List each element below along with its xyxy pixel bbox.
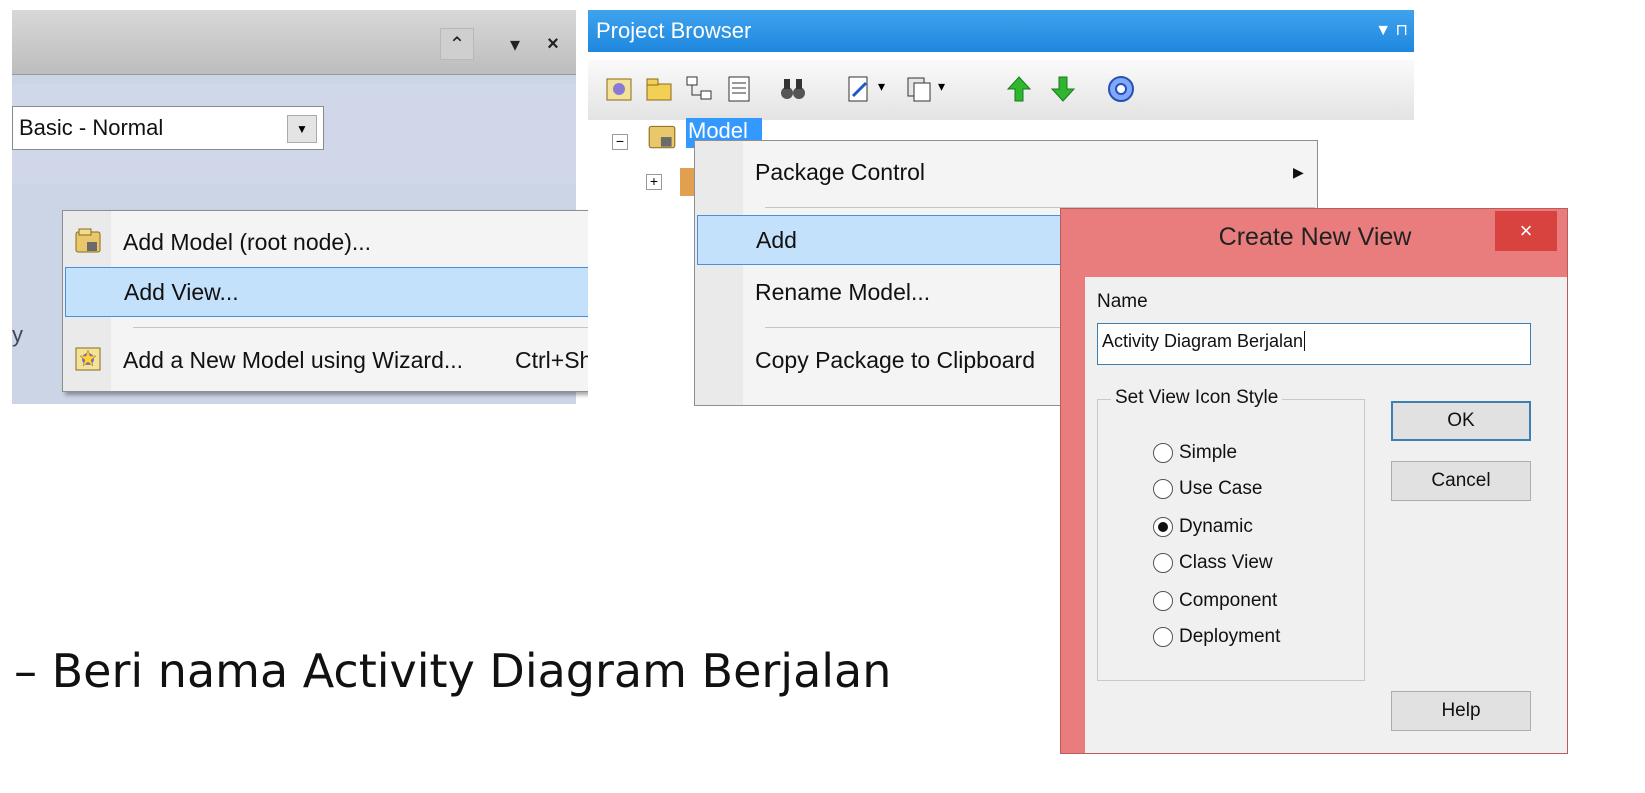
menu-item-label: Add View...	[124, 278, 239, 305]
new-model-icon[interactable]	[604, 74, 634, 104]
radio-simple[interactable]: Simple	[1153, 439, 1237, 467]
cancel-button[interactable]: Cancel	[1391, 461, 1531, 501]
radio-label: Use Case	[1179, 478, 1263, 499]
text-cursor	[1304, 331, 1306, 351]
radio-button[interactable]	[1153, 443, 1173, 463]
new-element-icon[interactable]	[724, 74, 754, 104]
radio-button[interactable]	[1153, 591, 1173, 611]
radio-label: Dynamic	[1179, 516, 1253, 537]
new-diagram-icon[interactable]	[684, 74, 714, 104]
style-select[interactable]: Basic - Normal ▼	[12, 106, 324, 150]
icon-style-group-label: Set View Icon Style	[1111, 387, 1283, 409]
copy-icon[interactable]	[904, 74, 934, 104]
package-icon	[680, 168, 694, 196]
help-icon[interactable]	[1106, 74, 1136, 104]
project-browser-toolbar: ▾ ▾	[588, 60, 1414, 120]
radio-button[interactable]	[1153, 553, 1173, 573]
radio-use-case[interactable]: Use Case	[1153, 475, 1262, 503]
radio-class-view[interactable]: Class View	[1153, 549, 1273, 577]
left-panel-titlebar: ⌃ ▾ ×	[12, 10, 576, 75]
style-select-value: Basic - Normal	[19, 115, 164, 140]
truncated-text: y	[12, 322, 23, 347]
dialog-body: Name Activity Diagram Berjalan Set View …	[1085, 277, 1567, 753]
close-button[interactable]: ×	[1495, 211, 1557, 251]
menu-item-label: Add Model (root node)...	[123, 228, 372, 255]
move-down-icon[interactable]	[1048, 74, 1078, 104]
project-browser-tree: − +	[588, 120, 694, 404]
radio-button[interactable]	[1153, 479, 1173, 499]
name-input[interactable]: Activity Diagram Berjalan	[1097, 323, 1531, 365]
help-button[interactable]: Help	[1391, 691, 1531, 731]
radio-button-selected[interactable]	[1153, 517, 1173, 537]
project-browser-titlebar: Project Browser ▼ ⊓	[588, 10, 1414, 52]
radio-label: Class View	[1179, 552, 1273, 573]
radio-label: Simple	[1179, 442, 1238, 463]
dialog-title: Create New View	[1218, 223, 1412, 251]
new-package-icon[interactable]	[644, 74, 674, 104]
dropdown-arrow-icon[interactable]: ▾	[498, 28, 532, 60]
properties-icon[interactable]	[844, 74, 874, 104]
name-label: Name	[1097, 291, 1148, 312]
menu-item-label: Copy Package to Clipboard	[755, 346, 1035, 373]
collapse-icon[interactable]: ⌃	[440, 28, 474, 60]
radio-label: Deployment	[1179, 626, 1281, 647]
radio-label: Component	[1179, 590, 1278, 611]
collapse-tree-icon[interactable]: −	[612, 134, 628, 150]
wizard-icon	[75, 347, 101, 371]
menu-item-package-control[interactable]: Package Control ▶	[697, 147, 1315, 197]
chevron-down-icon[interactable]: ▼	[287, 115, 317, 143]
radio-dynamic[interactable]: Dynamic	[1153, 513, 1253, 541]
radio-deployment[interactable]: Deployment	[1153, 623, 1280, 651]
binoculars-icon[interactable]	[778, 74, 808, 104]
name-input-value: Activity Diagram Berjalan	[1102, 331, 1304, 351]
radio-component[interactable]: Component	[1153, 587, 1277, 615]
slide-caption: – Beri nama Activity Diagram Berjalan	[14, 644, 892, 698]
model-package-icon	[75, 228, 101, 253]
expand-tree-icon[interactable]: +	[646, 174, 662, 190]
chevron-down-icon[interactable]: ▾	[878, 78, 885, 95]
model-package-icon	[648, 125, 676, 149]
pin-icon[interactable]: ▼ ⊓	[1375, 20, 1408, 40]
project-browser-title: Project Browser	[596, 18, 752, 43]
menu-item-label: Add	[756, 226, 797, 253]
menu-item-label: Rename Model...	[755, 278, 931, 305]
ok-button[interactable]: OK	[1391, 401, 1531, 441]
menu-item-label: Add a New Model using Wizard...	[123, 346, 464, 373]
menu-item-label: Package Control	[755, 158, 926, 185]
move-up-icon[interactable]	[1004, 74, 1034, 104]
close-panel-icon[interactable]: ×	[536, 28, 570, 60]
create-new-view-dialog: Create New View × Name Activity Diagram …	[1060, 208, 1568, 754]
chevron-down-icon[interactable]: ▾	[938, 78, 945, 95]
submenu-arrow-icon: ▶	[1293, 163, 1304, 180]
radio-button[interactable]	[1153, 627, 1173, 647]
